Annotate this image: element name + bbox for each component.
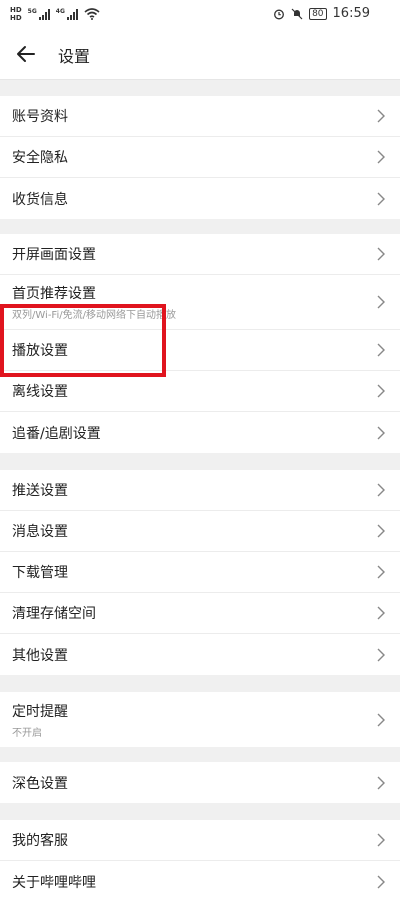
chevron-right-icon [377,384,385,398]
chevron-right-icon [377,295,385,309]
settings-row-shipping-info[interactable]: 收货信息 [0,178,400,219]
settings-row-security-privacy[interactable]: 安全隐私 [0,137,400,178]
row-label: 离线设置 [12,384,68,400]
row-label: 清理存储空间 [12,606,96,622]
chevron-right-icon [377,713,385,726]
battery-icon: 80 [309,7,327,20]
settings-group-account: 账号资料 安全隐私 收货信息 [0,96,400,219]
settings-group-theme: 深色设置 [0,762,400,803]
row-label: 安全隐私 [12,150,68,166]
row-label: 深色设置 [12,775,68,792]
row-label: 开屏画面设置 [12,247,96,263]
chevron-right-icon [377,875,385,888]
row-label: 消息设置 [12,524,68,540]
settings-row-playback[interactable]: 播放设置 [0,330,400,371]
settings-row-about[interactable]: 关于哔哩哔哩 [0,861,400,902]
signal-icon: 5G [28,8,50,20]
chevron-right-icon [377,150,385,164]
row-label: 账号资料 [12,109,68,125]
settings-group-system: 推送设置 消息设置 下载管理 清理存储空间 其他设置 [0,470,400,675]
settings-row-offline[interactable]: 离线设置 [0,371,400,412]
settings-row-push[interactable]: 推送设置 [0,470,400,511]
mute-bell-icon [291,8,303,19]
settings-row-follow-series[interactable]: 追番/追剧设置 [0,412,400,453]
settings-group-playback: 开屏画面设置 首页推荐设置 双列/Wi-Fi/免流/移动网络下自动播放 播放设置… [0,234,400,453]
row-label: 追番/追剧设置 [12,425,101,442]
chevron-right-icon [377,648,385,661]
settings-row-dark-mode[interactable]: 深色设置 [0,762,400,803]
top-app-bar: 设置 [0,28,400,80]
row-label: 推送设置 [12,483,68,499]
row-sublabel: 不开启 [12,727,42,739]
chevron-right-icon [377,833,385,847]
settings-row-home-recommend[interactable]: 首页推荐设置 双列/Wi-Fi/免流/移动网络下自动播放 [0,275,400,330]
row-label: 下载管理 [12,565,68,581]
chevron-right-icon [377,524,385,538]
chevron-right-icon [377,565,385,579]
chevron-right-icon [377,776,385,789]
settings-group-reminder: 定时提醒 不开启 [0,692,400,747]
row-label: 首页推荐设置 [12,286,96,302]
hd-indicator: HD HD [10,6,22,22]
status-bar: HD HD 5G 4G 80 16:59 [0,0,400,28]
settings-row-clear-storage[interactable]: 清理存储空间 [0,593,400,634]
settings-row-messages[interactable]: 消息设置 [0,511,400,552]
chevron-right-icon [377,606,385,620]
row-label: 其他设置 [12,647,68,664]
row-label: 收货信息 [12,191,68,208]
alarm-icon [274,9,285,19]
chevron-right-icon [377,343,385,357]
wifi-icon [84,8,100,20]
settings-row-downloads[interactable]: 下载管理 [0,552,400,593]
row-label: 我的客服 [12,833,68,849]
settings-group-support: 我的客服 关于哔哩哔哩 [0,820,400,902]
settings-row-account-profile[interactable]: 账号资料 [0,96,400,137]
settings-row-customer-service[interactable]: 我的客服 [0,820,400,861]
settings-row-other[interactable]: 其他设置 [0,634,400,675]
chevron-right-icon [377,247,385,261]
settings-row-splash-screen[interactable]: 开屏画面设置 [0,234,400,275]
row-label: 播放设置 [12,343,68,359]
page-title: 设置 [58,47,91,66]
chevron-right-icon [377,483,385,497]
chevron-right-icon [377,192,385,205]
row-label: 定时提醒 [12,703,68,720]
signal-icon-2: 4G [56,8,78,20]
chevron-right-icon [377,109,385,123]
clock: 16:59 [332,6,370,21]
row-label: 关于哔哩哔哩 [12,874,96,891]
row-sublabel: 双列/Wi-Fi/免流/移动网络下自动播放 [12,310,176,321]
back-arrow-icon[interactable] [14,42,38,66]
settings-row-timed-reminder[interactable]: 定时提醒 不开启 [0,692,400,747]
chevron-right-icon [377,426,385,439]
